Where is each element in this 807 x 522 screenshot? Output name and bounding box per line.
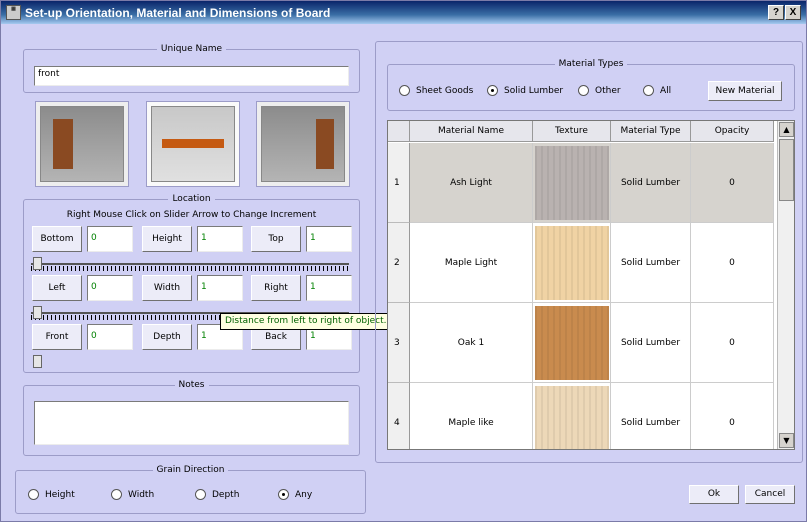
app-icon: ▦ xyxy=(6,5,21,20)
dialog-window: ▦ Set-up Orientation, Material and Dimen… xyxy=(0,0,807,522)
row-number[interactable]: 2 xyxy=(388,223,410,303)
material-type-cell[interactable]: Solid Lumber xyxy=(611,383,691,449)
shelf-preview[interactable] xyxy=(146,101,240,187)
material-type-cell[interactable]: Solid Lumber xyxy=(611,303,691,383)
scroll-thumb[interactable] xyxy=(779,139,794,201)
texture-cell[interactable] xyxy=(533,303,611,383)
material-name-cell[interactable]: Maple like xyxy=(410,383,533,449)
slider-thumb[interactable] xyxy=(33,257,42,270)
new-material-button[interactable]: New Material xyxy=(708,81,782,101)
material-type-cell[interactable]: Solid Lumber xyxy=(611,223,691,303)
material-table: Material Name Texture Material Type Opac… xyxy=(387,120,795,450)
width-button[interactable]: Width xyxy=(142,275,192,301)
row-number[interactable]: 1 xyxy=(388,143,410,223)
help-button[interactable]: ? xyxy=(768,5,784,20)
cancel-button[interactable]: Cancel xyxy=(745,485,795,504)
col-material-name[interactable]: Material Name xyxy=(410,121,533,142)
opacity-cell[interactable]: 0 xyxy=(691,143,774,223)
vertical-slider[interactable] xyxy=(31,257,349,271)
texture-swatch xyxy=(534,225,609,300)
grain-depth-radio[interactable]: Depth xyxy=(195,489,239,500)
top-button[interactable]: Top xyxy=(251,226,301,252)
texture-swatch xyxy=(534,145,609,220)
right-side-preview[interactable] xyxy=(256,101,350,187)
grain-width-radio[interactable]: Width xyxy=(111,489,154,500)
ok-button[interactable]: Ok xyxy=(689,485,739,504)
notes-textarea[interactable] xyxy=(34,401,349,445)
material-type-cell[interactable]: Solid Lumber xyxy=(611,143,691,223)
right-field[interactable]: 1 xyxy=(306,275,352,301)
top-field[interactable]: 1 xyxy=(306,226,352,252)
material-types-legend: Material Types xyxy=(554,59,628,69)
col-texture[interactable]: Texture xyxy=(533,121,611,142)
grain-direction-legend: Grain Direction xyxy=(152,465,229,475)
width-field[interactable]: 1 xyxy=(197,275,243,301)
texture-cell[interactable] xyxy=(533,223,611,303)
texture-cell[interactable] xyxy=(533,383,611,449)
texture-swatch xyxy=(534,305,609,380)
table-corner xyxy=(388,121,410,142)
window-title: Set-up Orientation, Material and Dimensi… xyxy=(25,6,331,20)
close-button[interactable]: X xyxy=(785,5,801,20)
left-field[interactable]: 0 xyxy=(87,275,133,301)
increment-hint: Right Mouse Click on Slider Arrow to Cha… xyxy=(66,210,317,220)
board-highlight xyxy=(162,139,224,148)
location-legend: Location xyxy=(168,194,215,204)
col-material-type[interactable]: Material Type xyxy=(611,121,691,142)
bottom-field[interactable]: 0 xyxy=(87,226,133,252)
all-radio[interactable]: All xyxy=(643,85,671,96)
other-radio[interactable]: Other xyxy=(578,85,621,96)
unique-name-legend: Unique Name xyxy=(156,44,227,54)
solid-lumber-radio[interactable]: Solid Lumber xyxy=(487,85,563,96)
opacity-cell[interactable]: 0 xyxy=(691,223,774,303)
title-bar: ▦ Set-up Orientation, Material and Dimen… xyxy=(1,1,806,24)
unique-name-input[interactable]: front xyxy=(34,66,349,86)
col-opacity[interactable]: Opacity xyxy=(691,121,774,142)
scroll-up-icon[interactable]: ▲ xyxy=(779,122,794,137)
notes-legend: Notes xyxy=(174,380,209,390)
row-number[interactable]: 4 xyxy=(388,383,410,449)
row-number[interactable]: 3 xyxy=(388,303,410,383)
board-highlight xyxy=(316,119,334,169)
grain-any-radio[interactable]: Any xyxy=(278,489,312,500)
texture-cell[interactable] xyxy=(533,143,611,223)
left-side-preview[interactable] xyxy=(35,101,129,187)
left-button[interactable]: Left xyxy=(32,275,82,301)
opacity-cell[interactable]: 0 xyxy=(691,303,774,383)
front-button[interactable]: Front xyxy=(32,324,82,350)
texture-swatch xyxy=(534,385,609,449)
material-name-cell[interactable]: Maple Light xyxy=(410,223,533,303)
sheet-goods-radio[interactable]: Sheet Goods xyxy=(399,85,473,96)
table-scrollbar[interactable]: ▲ ▼ xyxy=(777,121,794,449)
height-field[interactable]: 1 xyxy=(197,226,243,252)
opacity-cell[interactable]: 0 xyxy=(691,383,774,449)
scroll-down-icon[interactable]: ▼ xyxy=(779,433,794,448)
material-name-cell[interactable]: Ash Light xyxy=(410,143,533,223)
front-field[interactable]: 0 xyxy=(87,324,133,350)
right-button[interactable]: Right xyxy=(251,275,301,301)
slider-thumb[interactable] xyxy=(33,306,42,319)
grain-height-radio[interactable]: Height xyxy=(28,489,75,500)
board-highlight xyxy=(53,119,73,169)
height-button[interactable]: Height xyxy=(142,226,192,252)
depth-slider[interactable] xyxy=(31,355,45,369)
slider-thumb[interactable] xyxy=(33,355,42,368)
material-name-cell[interactable]: Oak 1 xyxy=(410,303,533,383)
depth-button[interactable]: Depth xyxy=(142,324,192,350)
bottom-button[interactable]: Bottom xyxy=(32,226,82,252)
